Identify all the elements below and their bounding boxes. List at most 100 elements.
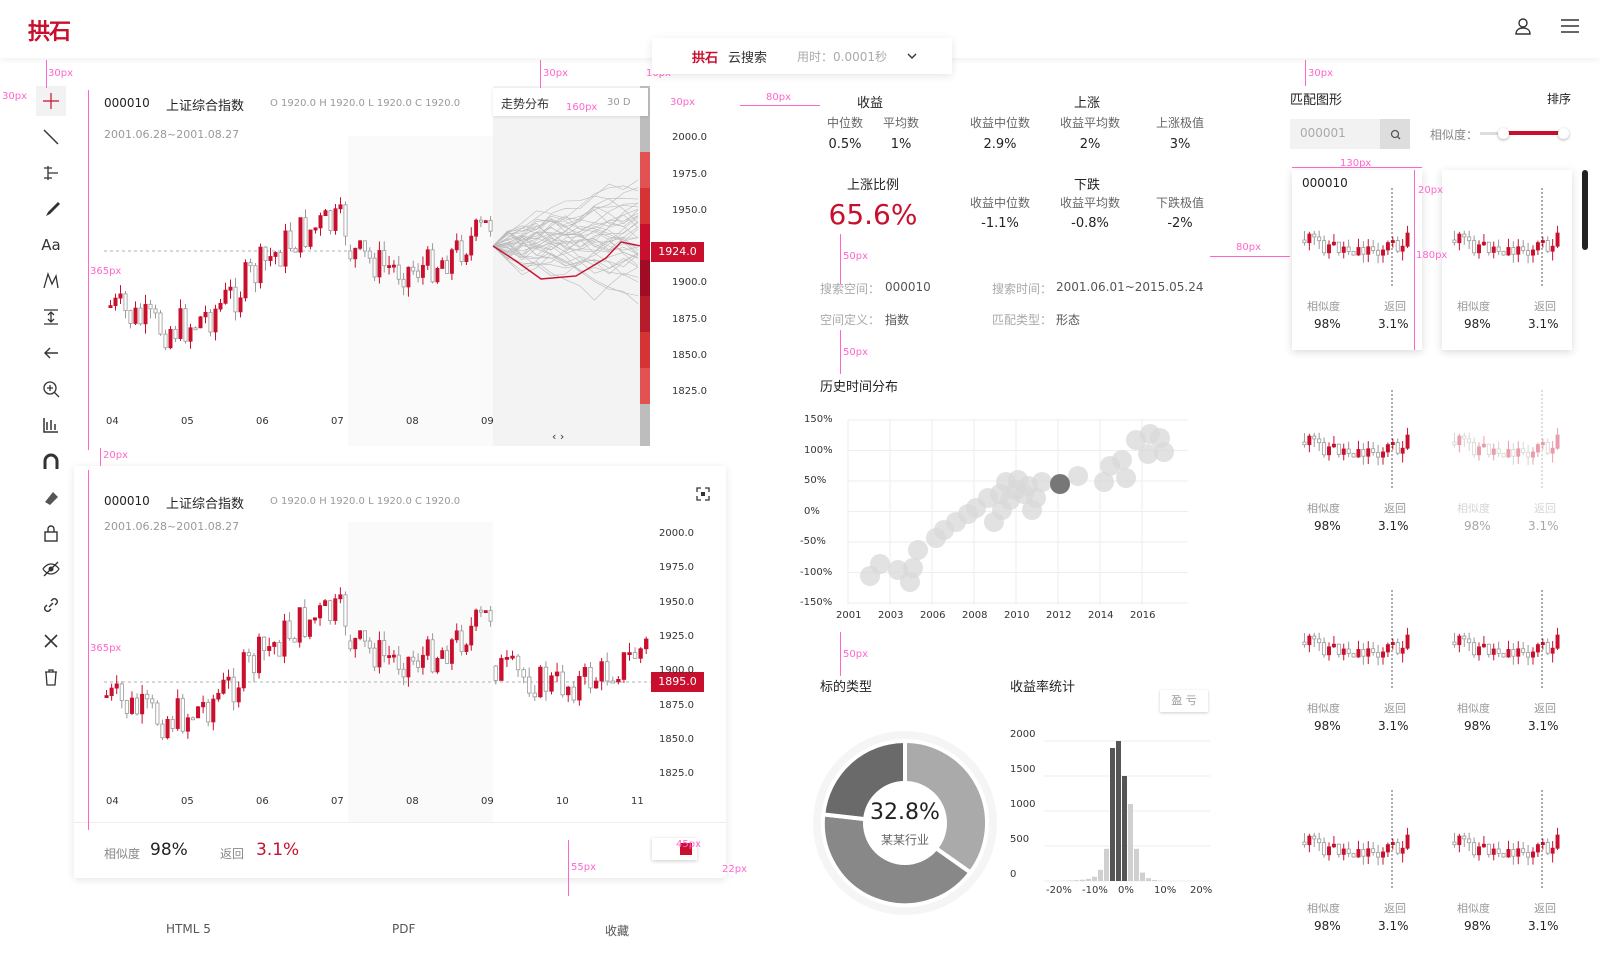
x-tick-label: 05 (181, 416, 194, 427)
magnet-icon[interactable] (36, 446, 66, 476)
candle-body (1472, 842, 1477, 856)
indicator-icon[interactable] (36, 410, 66, 440)
tools-icon[interactable] (36, 626, 66, 656)
text-tool-icon[interactable]: Aa (36, 230, 66, 260)
candle-body (1521, 848, 1526, 853)
compare-candlestick-chart[interactable]: 000010 上证综合指数 O 1920.0 H 1920.0 L 1920.0… (74, 466, 726, 878)
match-thumbnail[interactable]: 000010 相似度 返回 98% 3.1% (1292, 170, 1422, 350)
pdf-link[interactable]: PDF (392, 922, 415, 936)
zoom-in-icon[interactable] (36, 374, 66, 404)
match-thumbnail[interactable]: 相似度 返回 98% 3.1% (1442, 170, 1572, 350)
candle-body (1491, 848, 1496, 855)
match-search-input[interactable]: 000001 (1290, 119, 1410, 149)
candle-body (474, 219, 479, 237)
candle-body (1545, 442, 1550, 454)
candle-body (1535, 242, 1540, 251)
brush-icon[interactable] (36, 194, 66, 224)
y-tick-label: 1975.0 (659, 562, 694, 574)
target-type-donut[interactable]: 32.8% 某某行业 (810, 728, 1000, 918)
candle-body (1381, 851, 1385, 858)
line-tool-icon[interactable] (36, 122, 66, 152)
thumbnail-chart (1452, 790, 1560, 890)
match-thumbnail[interactable]: 相似度 返回 98% 3.1% (1292, 372, 1422, 552)
candle-body (478, 609, 483, 613)
slider-handle-max[interactable] (1558, 128, 1569, 139)
candle-body (1405, 232, 1410, 247)
history-scatter-chart[interactable]: 150% 100% 50% 0% -50% -100% -150% 2001 2003 2006… (800, 410, 1218, 635)
candle-body (108, 305, 113, 308)
candle-body (1555, 834, 1560, 849)
chevron-down-icon[interactable] (907, 49, 917, 64)
branch-tool-icon[interactable] (36, 158, 66, 188)
candle-body (1307, 635, 1312, 646)
candle-body (338, 204, 343, 210)
candle-body (1312, 233, 1317, 238)
candle-body (155, 702, 160, 725)
html5-link[interactable]: HTML 5 (166, 922, 211, 936)
candle-body (1506, 849, 1511, 858)
candle-body (258, 246, 263, 284)
favorite-link[interactable]: 收藏 (605, 922, 629, 939)
search-bar[interactable]: 拱石 云搜索 用时：0.0001秒 (652, 38, 952, 74)
logo[interactable]: 拱石 (28, 14, 71, 46)
x-tick-label: 10% (1154, 885, 1177, 896)
candle-body (302, 607, 307, 637)
candle-body (425, 249, 430, 266)
match-thumbnail[interactable]: 相似度 返回 98% 3.1% (1292, 572, 1422, 752)
y-tick-label: 1975.0 (672, 169, 707, 180)
match-thumbnail[interactable]: 相似度 返回 98% 3.1% (1292, 772, 1422, 952)
menu-icon[interactable] (1560, 17, 1580, 39)
x-tick-label: 10 (556, 796, 569, 807)
search-icon[interactable] (1380, 119, 1410, 149)
hide-icon[interactable] (36, 554, 66, 584)
y-tick-label: 1875.0 (659, 699, 694, 711)
histogram-bar (1086, 878, 1091, 881)
candle-body (372, 647, 377, 668)
match-thumbnail[interactable]: 相似度 返回 98% 3.1% (1442, 372, 1572, 552)
candle-body (1531, 651, 1535, 658)
profit-loss-toggle[interactable]: 盈 亏 (1160, 690, 1208, 712)
candle-body (440, 650, 445, 659)
measure-tool-icon[interactable] (36, 302, 66, 332)
match-scrollbar[interactable] (1582, 170, 1588, 250)
slider-handle-min[interactable] (1498, 128, 1509, 139)
main-candlestick-chart[interactable]: 000010 上证综合指数 O 1920.0 H 1920.0 L 1920.0… (86, 86, 726, 446)
thumbnail-sim-label: 相似度 (1307, 502, 1340, 515)
lock-icon[interactable] (36, 518, 66, 548)
candle-body (129, 697, 134, 714)
arrow-left-icon[interactable] (36, 338, 66, 368)
down-max-value: -2% (1167, 216, 1193, 231)
similarity-slider[interactable] (1480, 126, 1569, 142)
candle-body (1395, 442, 1400, 454)
user-icon[interactable] (1514, 17, 1532, 39)
fullscreen-icon[interactable] (696, 486, 710, 505)
eraser-icon[interactable] (36, 482, 66, 512)
thumbnail-ret-label: 返回 (1384, 902, 1406, 915)
candle-body (221, 679, 226, 694)
candle-body (1302, 841, 1307, 846)
returns-histogram[interactable]: 2000 1500 1000 500 0 -20% -10% 0% 10% 20% (1010, 729, 1215, 920)
x-tick-label: 2014 (1088, 610, 1114, 621)
y-tick-label: 2000.0 (659, 528, 694, 539)
scroll-handle-icon[interactable]: ‹ › (552, 430, 564, 443)
trash-icon[interactable] (36, 662, 66, 692)
candle-body (1526, 452, 1531, 458)
heat-segment (640, 260, 650, 296)
match-thumbnail[interactable]: 相似度 返回 98% 3.1% (1442, 772, 1572, 952)
thumbnail-ret-label: 返回 (1534, 702, 1556, 715)
y-tick-label: -100% (800, 566, 833, 578)
candle-body (145, 693, 150, 700)
ratio-value: 65.6% (828, 198, 918, 231)
candle-body (582, 667, 588, 677)
candle-body (469, 235, 474, 256)
up-avg-value: 2% (1079, 137, 1101, 152)
crosshair-icon[interactable] (36, 86, 66, 116)
link-icon[interactable] (36, 590, 66, 620)
candle-body (1452, 841, 1457, 846)
pattern-tool-icon[interactable] (36, 266, 66, 296)
thumbnail-ret-value: 3.1% (1528, 719, 1559, 733)
match-thumbnail[interactable]: 相似度 返回 98% 3.1% (1442, 572, 1572, 752)
candle-body (1457, 435, 1462, 446)
sort-button[interactable]: 排序 (1547, 90, 1571, 107)
candle-body (430, 639, 435, 673)
